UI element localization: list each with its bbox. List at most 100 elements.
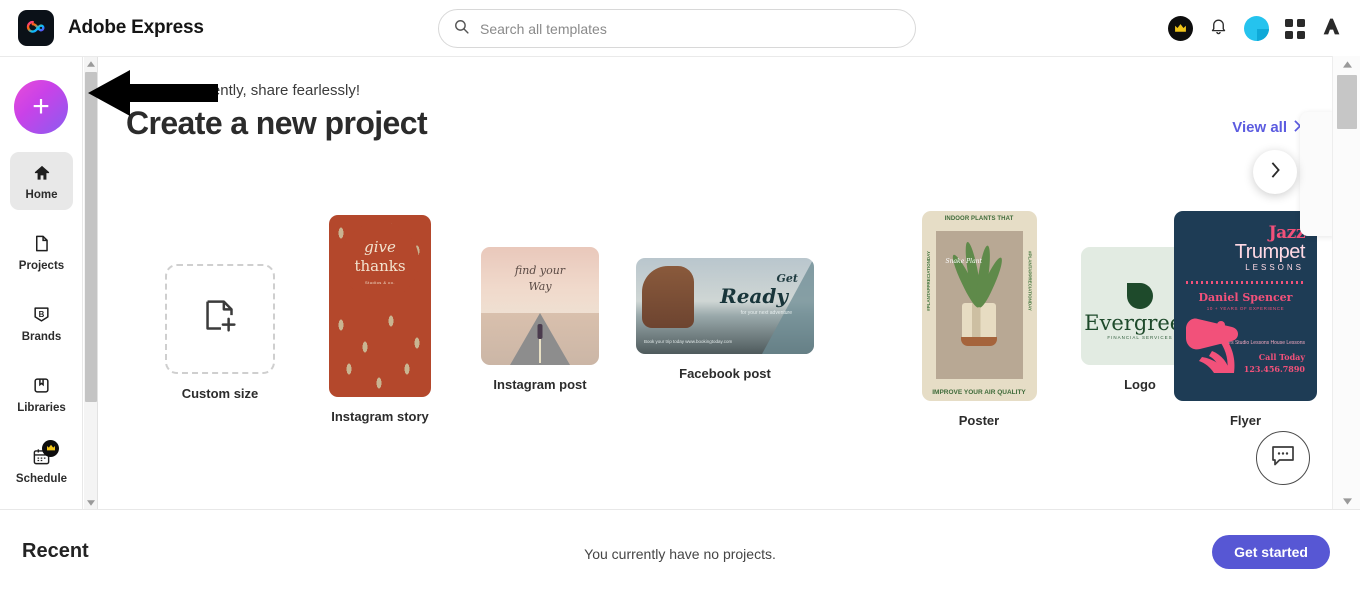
template-card-facebook-post[interactable]: Get Ready for your next adventure Book y… [636, 258, 814, 381]
thumb-text-top: INDOOR PLANTS THAT [922, 216, 1037, 222]
sidebar-item-schedule[interactable]: Schedule [10, 436, 73, 494]
sidebar-nav: Home Projects B Brands [0, 152, 83, 507]
svg-text:B: B [39, 310, 45, 319]
thumbnail-text: find your Way [481, 263, 599, 295]
template-label: Poster [959, 413, 999, 428]
instagram-story-thumbnail[interactable]: give thanks Studios & co. [329, 215, 431, 397]
template-label: Facebook post [679, 366, 771, 381]
divider [1186, 281, 1305, 284]
sidebar-item-label: Libraries [17, 402, 66, 414]
top-bar: Adobe Express [0, 0, 1360, 57]
thumb-text-line-1: find your [481, 263, 599, 279]
sidebar-item-label: Projects [19, 260, 64, 272]
thumb-text-line-2: Way [481, 279, 599, 295]
thumbnail-text: give thanks Studios & co. [341, 222, 419, 300]
template-label: Flyer [1230, 413, 1261, 428]
thumb-text-line-3: for your next adventure [741, 310, 792, 316]
search-input[interactable] [480, 21, 880, 37]
instagram-post-thumbnail[interactable]: find your Way [481, 247, 599, 365]
thumb-text-line-3: Studios & co. [365, 280, 395, 285]
libraries-icon [32, 375, 51, 397]
grid-apps-icon[interactable] [1285, 19, 1305, 39]
sidebar-scrollbar-thumb[interactable] [85, 72, 97, 402]
view-all-label: View all [1232, 119, 1287, 136]
sidebar-item-label: Brands [22, 331, 62, 343]
carousel-next-button[interactable] [1253, 150, 1297, 194]
poster-thumbnail[interactable]: Snake Plant INDOOR PLANTS THAT IMPROVE Y… [922, 211, 1037, 401]
adobe-express-logo-icon [18, 10, 54, 46]
adobe-a-icon[interactable] [1321, 16, 1342, 42]
sidebar-item-projects[interactable]: Projects [10, 223, 73, 281]
sidebar-item-label: Home [26, 189, 58, 201]
person [538, 324, 543, 339]
new-document-icon [197, 294, 243, 345]
sidebar-scrollbar[interactable] [84, 57, 98, 509]
evergreen-mark-icon [1127, 283, 1153, 309]
bell-icon[interactable] [1209, 17, 1228, 41]
template-card-flyer[interactable]: Jazz Trumpet LESSONS Daniel Spencer 10 +… [1174, 211, 1317, 428]
thumb-text-side-right: #PLANTAPPRECIATIONDAY [1028, 251, 1033, 311]
template-card-instagram-post[interactable]: find your Way Instagram post [484, 247, 596, 392]
recent-bar: Recent You currently have no projects. G… [0, 509, 1360, 599]
thumb-text-line-2: Trumpet [1235, 241, 1305, 264]
sidebar: + Home Projects B Brands [0, 57, 83, 509]
plant-pot [962, 303, 996, 345]
feedback-chat-button[interactable] [1256, 431, 1310, 485]
template-label: Custom size [182, 386, 259, 401]
search-icon [453, 18, 470, 40]
chat-bubble-icon [1270, 444, 1296, 473]
poster-inner-panel: Snake Plant [936, 231, 1023, 379]
thumb-text-line-4: Book your trip today www.bookingtoday.co… [644, 338, 732, 345]
page-scrollbar-thumb[interactable] [1337, 75, 1357, 129]
create-new-button[interactable]: + [14, 80, 68, 134]
scroll-up-arrow-icon[interactable] [1333, 56, 1360, 73]
premium-crown-badge[interactable] [1168, 16, 1193, 41]
page-scrollbar[interactable] [1332, 56, 1360, 510]
thumb-text-line-4: Daniel Spencer [1174, 291, 1317, 304]
template-card-custom-size[interactable]: Custom size [164, 264, 276, 401]
thumb-text-line-1: give [364, 238, 396, 256]
road-line [539, 335, 541, 363]
flyer-thumbnail[interactable]: Jazz Trumpet LESSONS Daniel Spencer 10 +… [1174, 211, 1317, 401]
search-bar[interactable] [438, 9, 916, 48]
view-all-link[interactable]: View all [1232, 119, 1302, 136]
template-label: Logo [1124, 377, 1156, 392]
calendar-icon [32, 446, 51, 468]
template-card-instagram-story[interactable]: give thanks Studios & co. Instagram stor… [324, 215, 436, 424]
schedule-premium-badge [42, 440, 59, 457]
thumb-text-bottom: IMPROVE YOUR AIR QUALITY [922, 389, 1037, 396]
brand-name: Adobe Express [68, 17, 204, 39]
brand[interactable]: Adobe Express [18, 10, 204, 46]
template-card-partial-next[interactable] [1300, 112, 1332, 236]
file-icon [32, 233, 51, 255]
custom-size-dropzone[interactable] [165, 264, 275, 374]
scroll-down-arrow-icon[interactable] [1333, 493, 1360, 510]
plus-icon: + [32, 94, 50, 120]
user-avatar[interactable] [1244, 16, 1269, 41]
crown-icon [1174, 23, 1187, 34]
template-cards: Custom size give thanks Studios & co. In… [126, 222, 1332, 452]
annotation-arrow [88, 70, 218, 121]
sidebar-item-brands[interactable]: B Brands [10, 294, 73, 352]
thumb-text-cta: Call Today 123.456.7890 [1244, 351, 1305, 375]
thumb-text-line-8: 123.456.7890 [1244, 363, 1305, 375]
sidebar-item-libraries[interactable]: Libraries [10, 365, 73, 423]
sidebar-item-label: Schedule [16, 473, 67, 485]
main-content: create confidently, share fearlessly! Cr… [98, 57, 1332, 509]
home-icon [32, 162, 52, 184]
facebook-post-thumbnail[interactable]: Get Ready for your next adventure Book y… [636, 258, 814, 354]
template-card-poster[interactable]: Snake Plant INDOOR PLANTS THAT IMPROVE Y… [923, 211, 1035, 428]
thumb-text-line-7: Call Today [1244, 351, 1305, 363]
empty-projects-message: You currently have no projects. [0, 546, 1360, 562]
scroll-up-arrow-icon[interactable] [84, 57, 98, 70]
sidebar-item-home[interactable]: Home [10, 152, 73, 210]
template-label: Instagram post [493, 377, 586, 392]
get-started-button[interactable]: Get started [1212, 535, 1330, 569]
rock-formation [642, 266, 694, 328]
chevron-right-icon [1270, 162, 1281, 183]
template-label: Instagram story [331, 409, 429, 424]
thumb-text-line-2: thanks [354, 257, 405, 275]
header-actions [1168, 0, 1342, 57]
scroll-down-arrow-icon[interactable] [84, 496, 98, 509]
brand-shield-icon: B [32, 304, 51, 326]
